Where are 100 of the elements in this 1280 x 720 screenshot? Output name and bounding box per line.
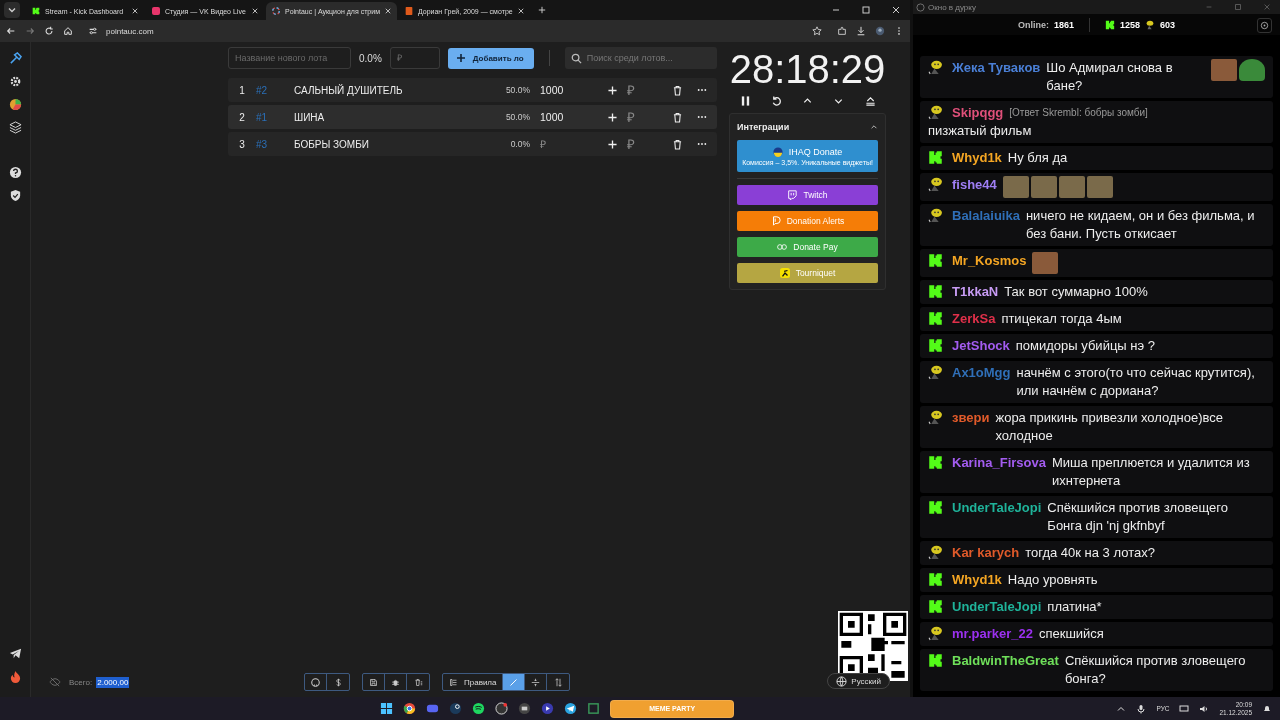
logo-icon [787,190,798,200]
integration-button[interactable]: Twitch [737,185,878,205]
home-icon[interactable] [63,26,73,36]
app-icon[interactable] [518,702,532,715]
chat-text: Так вот суммарно 100% [1004,283,1149,301]
mascot-icon [928,208,943,223]
tab-search-button[interactable] [4,2,20,18]
monitor-icon[interactable] [1179,703,1190,714]
chat-username[interactable]: ZerkSa [952,310,996,328]
percent-button[interactable] [503,674,526,690]
chat-username[interactable]: JetShock [952,337,1010,355]
mascot-icon [928,545,943,560]
more-icon[interactable] [697,115,707,119]
chat-username[interactable]: mr.parker_22 [952,625,1033,643]
lot-percent: 0.0% [509,139,530,149]
url-text: pointauc.com [106,26,154,36]
speaker-icon[interactable] [1199,703,1210,714]
kick-logo-icon [928,284,943,299]
lot-name-field[interactable]: Название нового лота [228,47,351,69]
trash-icon[interactable] [673,111,682,123]
chat-username[interactable]: Skipqgg [952,104,1004,122]
chat-text: птицекал тогда 4ым [1001,310,1123,328]
add-lot-button[interactable]: Добавить ло [447,47,534,69]
forward-icon[interactable] [25,26,35,36]
browser-icon[interactable] [403,702,417,715]
plus-icon [455,53,466,63]
microphone-icon[interactable] [1136,703,1147,714]
chat-username[interactable]: Balalaiuika [952,207,1020,225]
chat-username[interactable]: fishe44 [952,176,997,194]
help-icon[interactable] [8,166,22,179]
site-icon [152,7,160,15]
eye-off-icon[interactable] [49,677,61,687]
hammer-icon[interactable] [8,52,22,65]
music-app-icon[interactable] [472,702,486,715]
trash-icon[interactable] [673,138,682,150]
chat-username[interactable]: Whyd1k [952,149,1002,167]
trash-icon [413,677,423,687]
lot-amount-field[interactable]: ₽ [389,47,440,69]
pie-chart-icon[interactable] [8,98,22,111]
lot-percent: 50.0% [504,85,530,95]
pause-icon[interactable] [739,95,751,107]
mascot-icon [928,105,943,120]
windows-start-icon[interactable] [380,702,394,715]
reload-icon[interactable] [44,26,54,36]
chat-username[interactable]: Mr_Kosmos [952,252,1027,270]
chat-text: Спёкшийся против зловещего Бонга djn 'nj gkfnbyf [1047,499,1229,535]
chat-text: Спёкшийся против зловещего бонга? [1064,652,1247,688]
add-amount-field[interactable]: ₽ [627,136,663,152]
lot-amount-field[interactable]: ₽ [540,136,600,152]
trash-icon[interactable] [673,84,682,96]
more-icon[interactable] [697,88,707,92]
profile-icon[interactable] [875,26,885,36]
double-up-icon[interactable] [864,95,876,107]
reset-icon[interactable] [770,95,782,107]
chat-username[interactable]: UnderTaleJopi [952,499,1042,517]
play-icon[interactable] [541,702,555,715]
flame-icon[interactable] [8,670,22,683]
chat-username[interactable]: Kar karych [952,544,1020,562]
caret-icon[interactable] [870,123,878,131]
back-icon[interactable] [6,26,16,36]
chat-username[interactable]: T1kkaN [952,283,999,301]
bird-emote [1002,176,1029,198]
search-field[interactable]: Поиск среди лотов... [564,47,717,69]
mascot-icon [928,365,943,380]
layers-icon[interactable] [8,121,22,134]
settings-icon[interactable] [8,75,22,88]
lot-amount[interactable]: 1000 [540,84,600,96]
telegram-icon[interactable] [8,647,22,660]
mascot-icon [928,60,943,75]
star-icon[interactable] [812,26,822,36]
lot-name: САЛЬНЫЙ ДУШИТЕЛЬ [294,84,404,96]
split-icon [531,677,541,687]
language-button[interactable]: Русский [827,673,890,689]
extension-icon[interactable] [837,26,847,36]
chat-username[interactable]: Ax1oMgg [952,364,1011,382]
chat-username[interactable]: BaldwinTheGreat [952,652,1059,670]
chat-username[interactable]: Karina_Firsova [952,454,1046,472]
plus-icon[interactable] [608,139,617,149]
plus-icon[interactable] [608,112,617,122]
emote-placeholder [1211,59,1237,81]
lot-amount[interactable]: 1000 [540,111,600,123]
new-tab-icon[interactable] [537,6,546,14]
download-icon[interactable] [856,26,866,36]
settings-icon[interactable] [1257,18,1272,33]
chat-username[interactable]: звери [952,409,990,427]
chat-username[interactable]: Whyd1k [952,571,1002,589]
notification-icon[interactable] [1262,703,1272,714]
more-icon[interactable] [697,142,707,146]
mascot-icon [928,410,943,425]
lot-id: #3 [256,138,269,150]
plus-icon[interactable] [608,85,617,95]
logo-icon [779,268,790,278]
add-amount-field[interactable]: ₽ [627,82,663,98]
shield-icon[interactable] [8,189,22,202]
chat-username[interactable]: Жека Туваков [952,59,1041,77]
chat-username[interactable]: UnderTaleJopi [952,598,1042,616]
add-amount-field[interactable]: ₽ [627,109,663,125]
site-info-icon[interactable] [88,26,98,36]
telegram-icon[interactable] [564,702,578,715]
chat-text: Ну бля да [1007,149,1069,167]
